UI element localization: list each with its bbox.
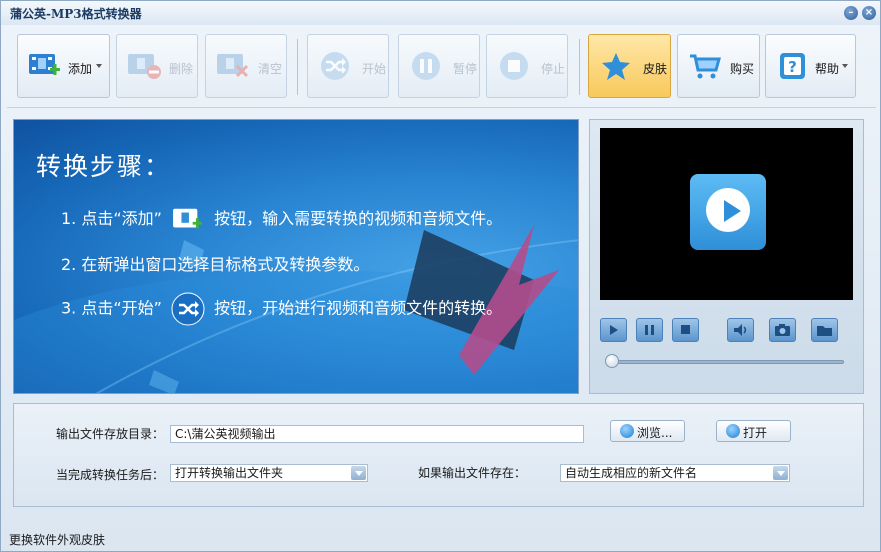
- delete-button-label: 删除: [169, 62, 194, 76]
- snapshot-button[interactable]: [769, 318, 796, 342]
- buy-button-label: 购买: [730, 62, 755, 76]
- guide-step-3: 3. 点击“开始” 按钮，开始进行视频和音频文件的转换。: [61, 292, 502, 326]
- delete-button[interactable]: 删除: [116, 34, 198, 98]
- after-task-select[interactable]: 打开转换输出文件夹: [170, 464, 368, 482]
- file-exists-select[interactable]: 自动生成相应的新文件名: [560, 464, 790, 482]
- chevron-down-icon[interactable]: [351, 466, 366, 480]
- guide-step-1-pre: 1. 点击“添加”: [61, 209, 162, 228]
- player-panel: [589, 119, 864, 394]
- minimize-button[interactable]: –: [844, 6, 858, 20]
- play-icon: [610, 325, 618, 335]
- play-icon[interactable]: [690, 174, 766, 250]
- guide-step-3-post: 按钮，开始进行视频和音频文件的转换。: [214, 298, 503, 318]
- film-add-icon: [29, 54, 60, 75]
- guide-step-1-post: 按钮，输入需要转换的视频和音频文件。: [214, 209, 503, 228]
- browse-button[interactable]: 浏览...: [610, 420, 685, 442]
- add-dropdown-arrow-icon[interactable]: [96, 64, 102, 68]
- open-button[interactable]: 打开: [716, 420, 791, 442]
- toolbar-separator: [579, 39, 580, 95]
- question-icon: ?: [780, 53, 805, 79]
- chevron-down-icon[interactable]: [773, 466, 788, 480]
- title-bar: 蒲公英-MP3格式转换器 – ×: [1, 1, 880, 25]
- file-exists-value: 自动生成相应的新文件名: [565, 466, 698, 480]
- after-task-label: 当完成转换任务后：: [56, 468, 165, 482]
- shuffle-icon: [171, 292, 205, 326]
- open-folder-button[interactable]: [811, 318, 838, 342]
- camera-icon: [775, 324, 790, 336]
- output-dir-label: 输出文件存放目录：: [56, 427, 165, 441]
- open-button-label: 打开: [743, 426, 768, 440]
- divider: [7, 107, 876, 108]
- output-dir-input[interactable]: C:\蒲公英视频输出: [170, 425, 584, 443]
- guide-step-3-pre: 3. 点击“开始”: [61, 298, 162, 318]
- play-button[interactable]: [600, 318, 627, 342]
- guide-step-2: 2. 在新弹出窗口选择目标格式及转换参数。: [61, 255, 370, 274]
- window-title: 蒲公英-MP3格式转换器: [10, 7, 142, 21]
- playback-progress-knob[interactable]: [605, 354, 619, 368]
- svg-text:?: ?: [788, 58, 797, 76]
- guide-step-1: 1. 点击“添加” 按钮，输入需要转换的视频和音频文件。: [61, 205, 502, 234]
- cart-icon: [690, 54, 721, 79]
- guide-panel: 转换步骤： 1. 点击“添加” 按钮，输入需要转换的视频和音频文件。 2. 在新…: [13, 119, 579, 394]
- buy-button[interactable]: 购买: [677, 34, 760, 98]
- pause-button[interactable]: 暂停: [398, 34, 480, 98]
- pause-icon: [645, 325, 654, 335]
- after-task-value: 打开转换输出文件夹: [175, 466, 284, 480]
- output-settings-panel: 输出文件存放目录： C:\蒲公英视频输出 浏览... 打开 当完成转换任务后： …: [13, 403, 864, 507]
- video-preview[interactable]: [600, 128, 853, 300]
- volume-icon: [734, 324, 747, 336]
- stop-control-button[interactable]: [672, 318, 699, 342]
- browse-icon: [620, 424, 634, 438]
- star-icon: [602, 53, 630, 80]
- stop-button-label: 停止: [541, 62, 566, 76]
- browse-button-label: 浏览...: [637, 426, 673, 440]
- film-reel-icon: [726, 424, 740, 438]
- film-clear-icon: [217, 54, 249, 78]
- close-button[interactable]: ×: [862, 6, 876, 20]
- stop-icon: [681, 325, 690, 334]
- clear-button[interactable]: 清空: [205, 34, 287, 98]
- skin-button[interactable]: 皮肤: [588, 34, 671, 98]
- film-add-icon: [173, 208, 203, 228]
- main-window: 蒲公英-MP3格式转换器 – × 添加 删除 清空 开始 暂停 停止 皮肤 购买…: [0, 0, 881, 552]
- playback-progress-track[interactable]: [607, 360, 844, 364]
- toolbar-separator: [297, 39, 298, 95]
- folder-icon: [817, 326, 832, 336]
- start-button-label: 开始: [362, 62, 387, 76]
- shuffle-icon: [321, 52, 349, 80]
- pause-control-button[interactable]: [636, 318, 663, 342]
- file-exists-label: 如果输出文件存在：: [418, 466, 527, 480]
- add-button-label: 添加: [68, 62, 93, 76]
- stop-button[interactable]: 停止: [486, 34, 568, 98]
- status-bar-text: 更换软件外观皮肤: [9, 533, 106, 547]
- volume-button[interactable]: [727, 318, 754, 342]
- help-button-label: 帮助: [815, 62, 840, 76]
- start-button[interactable]: 开始: [307, 34, 389, 98]
- clear-button-label: 清空: [258, 62, 283, 76]
- skin-button-label: 皮肤: [643, 62, 668, 76]
- help-button[interactable]: ? 帮助: [765, 34, 856, 98]
- pause-button-label: 暂停: [453, 62, 478, 76]
- help-dropdown-arrow-icon[interactable]: [842, 64, 848, 68]
- stop-icon: [500, 52, 528, 80]
- add-button[interactable]: 添加: [17, 34, 110, 98]
- film-remove-icon: [128, 54, 161, 79]
- guide-title: 转换步骤：: [36, 152, 172, 181]
- pause-icon: [412, 52, 440, 80]
